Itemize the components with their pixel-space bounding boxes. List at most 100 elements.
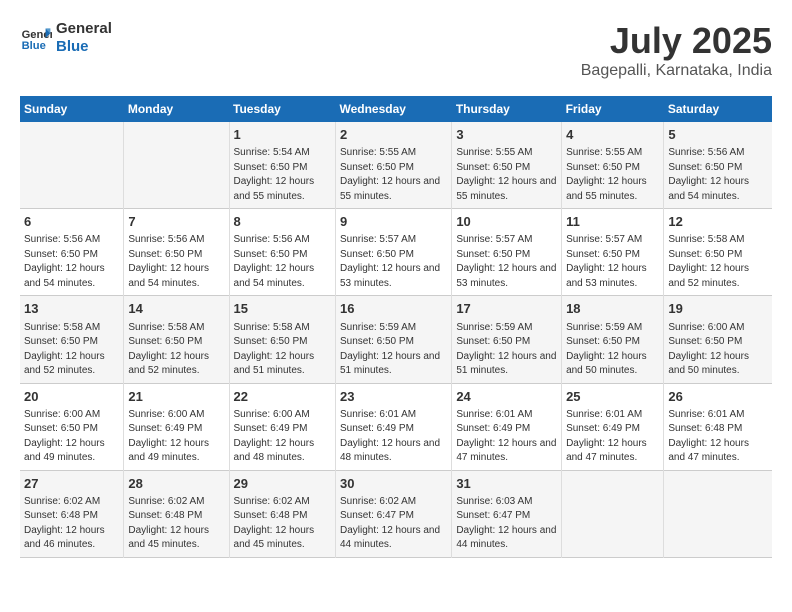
- day-cell: 12 Sunrise: 5:58 AM Sunset: 6:50 PM Dayli…: [664, 209, 772, 296]
- day-cell: 20Sunrise: 6:00 AM Sunset: 6:50 PM Dayli…: [20, 383, 124, 470]
- day-cell: 9Sunrise: 5:57 AM Sunset: 6:50 PM Daylig…: [335, 209, 451, 296]
- week-row-3: 13Sunrise: 5:58 AM Sunset: 6:50 PM Dayli…: [20, 296, 772, 383]
- day-info: Sunrise: 5:55 AM Sunset: 6:50 PM Dayligh…: [340, 146, 447, 204]
- day-number: 8: [234, 213, 331, 231]
- weekday-header-tuesday: Tuesday: [229, 96, 335, 122]
- day-cell: 15 Sunrise: 5:58 AM Sunset: 6:50 PM Dayli…: [229, 296, 335, 383]
- day-info: Sunrise: 5:56 AM Sunset: 6:50 PM Dayligh…: [128, 233, 224, 291]
- day-number: 2: [340, 126, 447, 144]
- day-cell: 25 Sunrise: 6:01 AM Sunset: 6:49 PM Dayli…: [562, 383, 664, 470]
- day-info: Sunrise: 5:58 AM Sunset: 6:50 PM Dayligh…: [234, 321, 331, 379]
- day-cell: 22 Sunrise: 6:00 AM Sunset: 6:49 PM Dayli…: [229, 383, 335, 470]
- day-cell: 5 Sunrise: 5:56 AM Sunset: 6:50 PM Daylig…: [664, 122, 772, 209]
- weekday-header-row: SundayMondayTuesdayWednesdayThursdayFrid…: [20, 96, 772, 122]
- day-cell: 28 Sunrise: 6:02 AM Sunset: 6:48 PM Dayli…: [124, 470, 229, 557]
- week-row-4: 20Sunrise: 6:00 AM Sunset: 6:50 PM Dayli…: [20, 383, 772, 470]
- day-info: Sunrise: 5:56 AM Sunset: 6:50 PM Dayligh…: [234, 233, 331, 291]
- day-cell: 3 Sunrise: 5:55 AM Sunset: 6:50 PM Daylig…: [452, 122, 562, 209]
- day-number: 15: [234, 300, 331, 318]
- day-info: Sunrise: 5:55 AM Sunset: 6:50 PM Dayligh…: [456, 146, 557, 204]
- day-info: Sunrise: 6:00 AM Sunset: 6:49 PM Dayligh…: [234, 408, 331, 466]
- day-info: Sunrise: 6:02 AM Sunset: 6:48 PM Dayligh…: [24, 495, 119, 553]
- day-info: Sunrise: 6:01 AM Sunset: 6:49 PM Dayligh…: [340, 408, 447, 466]
- day-number: 24: [456, 388, 557, 406]
- day-info: Sunrise: 5:59 AM Sunset: 6:50 PM Dayligh…: [566, 321, 659, 379]
- weekday-header-friday: Friday: [562, 96, 664, 122]
- day-info: Sunrise: 6:02 AM Sunset: 6:47 PM Dayligh…: [340, 495, 447, 553]
- weekday-header-saturday: Saturday: [664, 96, 772, 122]
- day-info: Sunrise: 5:57 AM Sunset: 6:50 PM Dayligh…: [340, 233, 447, 291]
- day-number: 14: [128, 300, 224, 318]
- day-cell: 2 Sunrise: 5:55 AM Sunset: 6:50 PM Daylig…: [335, 122, 451, 209]
- day-info: Sunrise: 5:56 AM Sunset: 6:50 PM Dayligh…: [668, 146, 768, 204]
- weekday-header-wednesday: Wednesday: [335, 96, 451, 122]
- day-cell: 30 Sunrise: 6:02 AM Sunset: 6:47 PM Dayli…: [335, 470, 451, 557]
- day-cell: 7 Sunrise: 5:56 AM Sunset: 6:50 PM Daylig…: [124, 209, 229, 296]
- day-info: Sunrise: 5:56 AM Sunset: 6:50 PM Dayligh…: [24, 233, 119, 291]
- day-cell: 11Sunrise: 5:57 AM Sunset: 6:50 PM Dayli…: [562, 209, 664, 296]
- page-header: General Blue General Blue July 2025 Bage…: [20, 20, 772, 80]
- day-cell: [20, 122, 124, 209]
- day-info: Sunrise: 5:58 AM Sunset: 6:50 PM Dayligh…: [24, 321, 119, 379]
- day-cell: 1Sunrise: 5:54 AM Sunset: 6:50 PM Daylig…: [229, 122, 335, 209]
- day-number: 22: [234, 388, 331, 406]
- day-info: Sunrise: 6:02 AM Sunset: 6:48 PM Dayligh…: [128, 495, 224, 553]
- day-info: Sunrise: 5:54 AM Sunset: 6:50 PM Dayligh…: [234, 146, 331, 204]
- day-info: Sunrise: 5:59 AM Sunset: 6:50 PM Dayligh…: [340, 321, 447, 379]
- day-number: 29: [234, 475, 331, 493]
- day-cell: 29Sunrise: 6:02 AM Sunset: 6:48 PM Dayli…: [229, 470, 335, 557]
- day-number: 25: [566, 388, 659, 406]
- day-number: 31: [456, 475, 557, 493]
- day-info: Sunrise: 5:57 AM Sunset: 6:50 PM Dayligh…: [566, 233, 659, 291]
- day-info: Sunrise: 6:00 AM Sunset: 6:49 PM Dayligh…: [128, 408, 224, 466]
- calendar-title: July 2025: [581, 20, 772, 62]
- day-number: 30: [340, 475, 447, 493]
- day-number: 3: [456, 126, 557, 144]
- day-cell: 24Sunrise: 6:01 AM Sunset: 6:49 PM Dayli…: [452, 383, 562, 470]
- day-info: Sunrise: 5:58 AM Sunset: 6:50 PM Dayligh…: [668, 233, 768, 291]
- day-cell: 17 Sunrise: 5:59 AM Sunset: 6:50 PM Dayli…: [452, 296, 562, 383]
- weekday-header-monday: Monday: [124, 96, 229, 122]
- day-info: Sunrise: 6:01 AM Sunset: 6:48 PM Dayligh…: [668, 408, 768, 466]
- day-number: 7: [128, 213, 224, 231]
- calendar-subtitle: Bagepalli, Karnataka, India: [581, 62, 772, 80]
- day-number: 20: [24, 388, 119, 406]
- day-number: 28: [128, 475, 224, 493]
- day-cell: 18Sunrise: 5:59 AM Sunset: 6:50 PM Dayli…: [562, 296, 664, 383]
- calendar-table: SundayMondayTuesdayWednesdayThursdayFrid…: [20, 96, 772, 558]
- day-cell: 21 Sunrise: 6:00 AM Sunset: 6:49 PM Dayli…: [124, 383, 229, 470]
- logo-blue: Blue: [56, 38, 89, 55]
- svg-text:Blue: Blue: [22, 40, 46, 52]
- logo-icon: General Blue: [20, 22, 52, 54]
- day-cell: 4Sunrise: 5:55 AM Sunset: 6:50 PM Daylig…: [562, 122, 664, 209]
- day-number: 19: [668, 300, 768, 318]
- day-number: 5: [668, 126, 768, 144]
- day-number: 12: [668, 213, 768, 231]
- day-cell: [562, 470, 664, 557]
- day-info: Sunrise: 5:57 AM Sunset: 6:50 PM Dayligh…: [456, 233, 557, 291]
- week-row-1: 1Sunrise: 5:54 AM Sunset: 6:50 PM Daylig…: [20, 122, 772, 209]
- day-info: Sunrise: 6:01 AM Sunset: 6:49 PM Dayligh…: [566, 408, 659, 466]
- day-cell: 8 Sunrise: 5:56 AM Sunset: 6:50 PM Daylig…: [229, 209, 335, 296]
- day-cell: 10 Sunrise: 5:57 AM Sunset: 6:50 PM Dayli…: [452, 209, 562, 296]
- day-cell: 14 Sunrise: 5:58 AM Sunset: 6:50 PM Dayli…: [124, 296, 229, 383]
- logo: General Blue General Blue: [20, 20, 112, 56]
- day-cell: 16 Sunrise: 5:59 AM Sunset: 6:50 PM Dayli…: [335, 296, 451, 383]
- day-info: Sunrise: 5:59 AM Sunset: 6:50 PM Dayligh…: [456, 321, 557, 379]
- weekday-header-thursday: Thursday: [452, 96, 562, 122]
- day-number: 10: [456, 213, 557, 231]
- title-block: July 2025 Bagepalli, Karnataka, India: [581, 20, 772, 80]
- day-cell: 23 Sunrise: 6:01 AM Sunset: 6:49 PM Dayli…: [335, 383, 451, 470]
- logo-general: General: [56, 20, 112, 37]
- day-cell: 6Sunrise: 5:56 AM Sunset: 6:50 PM Daylig…: [20, 209, 124, 296]
- day-info: Sunrise: 6:00 AM Sunset: 6:50 PM Dayligh…: [668, 321, 768, 379]
- day-number: 21: [128, 388, 224, 406]
- day-number: 16: [340, 300, 447, 318]
- day-number: 26: [668, 388, 768, 406]
- day-info: Sunrise: 5:58 AM Sunset: 6:50 PM Dayligh…: [128, 321, 224, 379]
- day-info: Sunrise: 6:03 AM Sunset: 6:47 PM Dayligh…: [456, 495, 557, 553]
- weekday-header-sunday: Sunday: [20, 96, 124, 122]
- day-number: 17: [456, 300, 557, 318]
- day-number: 23: [340, 388, 447, 406]
- day-cell: 27Sunrise: 6:02 AM Sunset: 6:48 PM Dayli…: [20, 470, 124, 557]
